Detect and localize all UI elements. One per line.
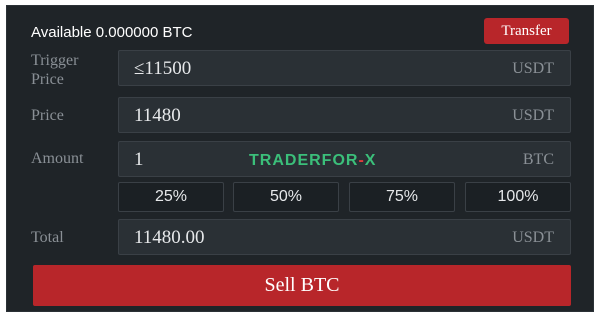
price-unit: USDT	[512, 107, 554, 124]
panel-header: Available 0.000000 BTC Transfer	[31, 18, 573, 46]
transfer-button[interactable]: Transfer	[484, 18, 569, 44]
total-value: 11480.00	[134, 227, 205, 248]
available-balance: Available 0.000000 BTC	[31, 24, 193, 41]
price-value: 11480	[134, 105, 181, 126]
amount-input[interactable]: 1 TRADERFOR-X BTC	[118, 141, 571, 177]
total-input[interactable]: 11480.00 USDT	[118, 219, 571, 255]
trigger-price-value: ≤11500	[134, 58, 192, 79]
percent-75-button[interactable]: 75%	[349, 182, 455, 212]
trigger-price-label: Trigger Price	[31, 52, 79, 88]
percent-100-button[interactable]: 100%	[465, 182, 571, 212]
amount-value: 1	[134, 149, 144, 170]
percent-buttons: 25% 50% 75% 100%	[118, 182, 571, 212]
amount-label: Amount	[31, 150, 84, 167]
percent-25-button[interactable]: 25%	[118, 182, 224, 212]
trigger-price-input[interactable]: ≤11500 USDT	[118, 50, 571, 86]
total-label: Total	[31, 229, 64, 246]
sell-button[interactable]: Sell BTC	[33, 265, 571, 306]
order-panel: Available 0.000000 BTC Transfer Trigger …	[6, 5, 594, 312]
percent-50-button[interactable]: 50%	[233, 182, 339, 212]
total-unit: USDT	[512, 229, 554, 246]
trigger-price-unit: USDT	[512, 60, 554, 77]
price-input[interactable]: 11480 USDT	[118, 97, 571, 133]
price-label: Price	[31, 107, 64, 124]
watermark-logo: TRADERFOR-X	[249, 152, 377, 169]
amount-unit: BTC	[522, 151, 554, 168]
